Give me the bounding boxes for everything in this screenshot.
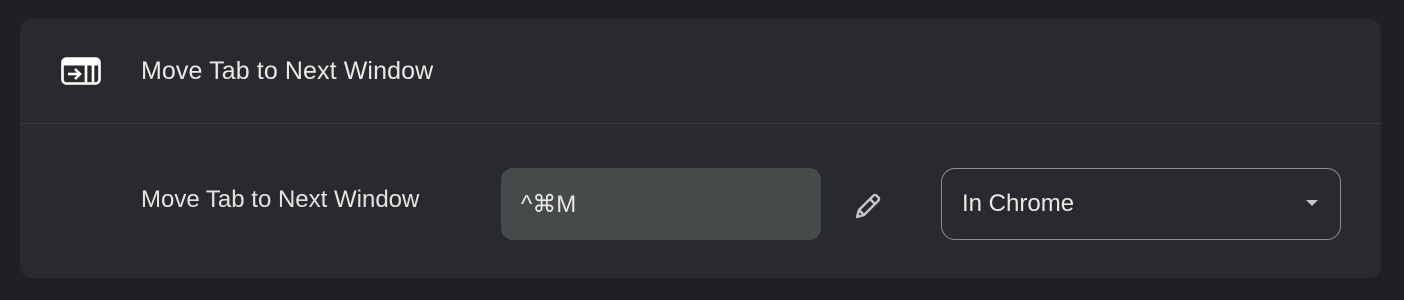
edit-shortcut-button[interactable] [846, 184, 890, 228]
shortcut-input[interactable]: ^⌘M [501, 168, 821, 240]
pencil-icon [855, 193, 881, 219]
shortcut-label: Move Tab to Next Window [141, 186, 420, 213]
shortcut-row: Move Tab to Next Window ^⌘M In Chrome [20, 124, 1381, 278]
chevron-down-icon [1306, 200, 1318, 206]
scope-select[interactable]: In Chrome [941, 168, 1341, 240]
command-title: Move Tab to Next Window [141, 57, 434, 85]
scope-selected-value: In Chrome [962, 190, 1075, 217]
shortcut-card: Move Tab to Next Window Move Tab to Next… [20, 19, 1381, 278]
card-header: Move Tab to Next Window [20, 19, 1381, 124]
move-tab-window-icon [61, 57, 101, 85]
shortcut-value: ^⌘M [521, 190, 577, 218]
